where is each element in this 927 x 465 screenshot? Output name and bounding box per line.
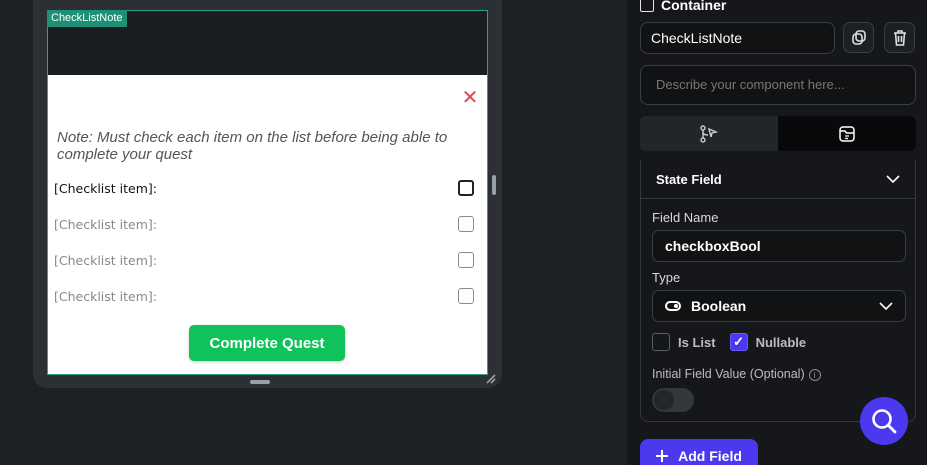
is-list-checkbox[interactable] [652, 333, 670, 351]
checklist-card[interactable]: ✕ Note: Must check each item on the list… [48, 75, 487, 374]
duplicate-button[interactable] [843, 22, 874, 53]
state-field-header[interactable]: State Field [641, 160, 915, 199]
type-select[interactable]: Boolean [652, 290, 906, 322]
is-list-label: Is List [678, 334, 716, 350]
close-icon[interactable]: ✕ [461, 88, 479, 108]
copy-icon [851, 29, 866, 45]
trash-icon [893, 29, 906, 46]
complete-quest-button[interactable]: Complete Quest [189, 325, 345, 361]
add-field-label: Add Field [678, 448, 742, 464]
container-label: Container [661, 0, 727, 13]
add-field-button[interactable]: Add Field [640, 439, 758, 465]
checklist-checkbox[interactable] [458, 288, 474, 304]
initial-value-row: Initial Field Value (Optional) i [652, 367, 821, 381]
checklist-checkbox[interactable] [458, 180, 474, 196]
checklist-row: [Checklist item]: [54, 214, 474, 234]
resize-corner-icon[interactable] [484, 372, 498, 386]
checklist-checkbox[interactable] [458, 216, 474, 232]
component-tag[interactable]: CheckListNote [47, 10, 127, 27]
chevron-down-icon [879, 301, 893, 310]
description-input[interactable]: Describe your component here... [640, 65, 916, 105]
state-file-icon [839, 125, 855, 142]
checklist-item-label: [Checklist item]: [54, 252, 157, 268]
container-checkbox-row[interactable]: Container [640, 0, 726, 13]
info-icon[interactable]: i [808, 368, 821, 381]
checklist-item-label: [Checklist item]: [54, 216, 157, 232]
nullable-label: Nullable [755, 334, 807, 350]
type-value: Boolean [691, 298, 747, 314]
search-icon [872, 409, 897, 434]
checklist-item-label: [Checklist item]: [54, 180, 157, 196]
state-field-section: State Field Field Name checkboxBool Type… [640, 160, 916, 422]
resize-handle-bottom[interactable] [250, 380, 270, 384]
field-options-row: Is List ✓ Nullable [652, 333, 806, 351]
tab-state[interactable] [778, 116, 916, 151]
note-text: Note: Must check each item on the list b… [57, 129, 448, 163]
field-name-input[interactable]: checkboxBool [652, 230, 906, 262]
canvas-scrollbar[interactable] [492, 175, 496, 195]
checklist-row: [Checklist item]: [54, 250, 474, 270]
component-name-input[interactable]: CheckListNote [640, 22, 835, 54]
state-field-title: State Field [656, 171, 722, 187]
delete-button[interactable] [884, 22, 915, 53]
cursor-branch-icon [700, 124, 719, 143]
checklist-item-label: [Checklist item]: [54, 288, 157, 304]
field-name-label: Field Name [652, 210, 719, 225]
checklist-row: [Checklist item]: [54, 286, 474, 306]
boolean-toggle-icon [665, 301, 681, 311]
checklist-row: [Checklist item]: [54, 178, 474, 198]
container-checkbox[interactable] [640, 0, 654, 12]
chevron-down-icon [886, 174, 900, 183]
plus-icon [656, 450, 669, 462]
initial-value-label: Initial Field Value (Optional) [652, 367, 805, 381]
panel-tab-switcher [640, 116, 916, 151]
nullable-checkbox[interactable]: ✓ [729, 333, 748, 351]
type-label: Type [652, 270, 681, 285]
tab-interactions[interactable] [640, 116, 778, 151]
checklist-checkbox[interactable] [458, 252, 474, 268]
search-fab[interactable] [860, 397, 908, 445]
initial-value-toggle[interactable] [652, 388, 694, 412]
